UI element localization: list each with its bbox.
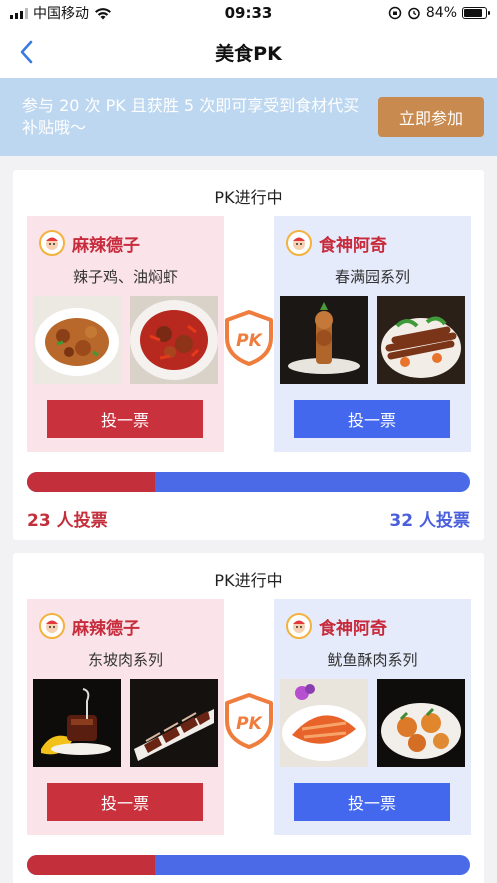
chef-name: 麻辣德子	[72, 618, 140, 639]
right-contestant: 食神阿奇 鱿鱼酥肉系列 投一票	[274, 599, 471, 835]
dish-series: 辣子鸡、油焖虾	[72, 268, 178, 286]
progress-fill	[27, 855, 156, 875]
vote-button-right[interactable]: 投一票	[294, 400, 450, 438]
dish-photo	[33, 679, 121, 767]
vote-button-left[interactable]: 投一票	[47, 783, 203, 821]
right-contestant: 食神阿奇 春满园系列 投一票	[274, 216, 471, 452]
promo-banner: 参与 20 次 PK 且获胜 5 次即可享受到食材代买补贴哦～ 立即参加	[0, 78, 497, 156]
wifi-icon	[95, 7, 111, 19]
dish-photo	[377, 679, 465, 767]
right-vote-count: 32 人投票	[389, 511, 470, 531]
orientation-lock-icon	[388, 6, 402, 20]
vote-progress-bar	[27, 472, 470, 492]
pk-card-title: PK进行中	[214, 188, 283, 207]
chevron-left-icon	[20, 40, 33, 64]
page-title: 美食PK	[215, 42, 282, 65]
vote-progress-bar	[27, 855, 470, 875]
chef-avatar-icon	[39, 230, 65, 256]
svg-text:PK: PK	[236, 331, 263, 351]
battery-percent: 84%	[425, 5, 457, 21]
chef-avatar-icon	[39, 613, 65, 639]
alarm-icon	[408, 7, 420, 20]
promo-text: 参与 20 次 PK 且获胜 5 次即可享受到食材代买补贴哦～	[22, 96, 360, 137]
chef-name: 食神阿奇	[319, 618, 387, 639]
signal-icon	[10, 7, 28, 19]
dish-photo	[130, 296, 218, 384]
progress-fill	[27, 472, 156, 492]
pk-card: PK进行中 麻辣德子 东坡肉系列 投一票 PK 食神阿奇 鱿鱼酥肉系列 投一票	[13, 553, 484, 883]
pk-badge-icon: PK	[225, 310, 273, 366]
dish-photo	[280, 296, 368, 384]
back-button[interactable]	[12, 38, 40, 66]
svg-text:PK: PK	[236, 714, 263, 734]
dish-photo	[33, 296, 121, 384]
pk-badge-icon: PK	[225, 693, 273, 749]
dish-series: 鱿鱼酥肉系列	[327, 651, 418, 669]
status-bar: 中国移动 09:33 84%	[0, 0, 497, 26]
chef-avatar-icon	[286, 613, 312, 639]
chef-name: 麻辣德子	[72, 235, 140, 256]
dish-photo	[280, 679, 368, 767]
dish-series: 东坡肉系列	[87, 651, 163, 669]
chef-avatar-icon	[286, 230, 312, 256]
chef-name: 食神阿奇	[319, 235, 387, 256]
left-contestant: 麻辣德子 东坡肉系列 投一票	[27, 599, 224, 835]
left-contestant: 麻辣德子 辣子鸡、油焖虾 投一票	[27, 216, 224, 452]
dish-photo	[130, 679, 218, 767]
battery-icon	[462, 7, 490, 19]
pk-card-title: PK进行中	[214, 571, 283, 590]
dish-photo	[377, 296, 465, 384]
carrier-label: 中国移动	[33, 6, 89, 22]
join-button[interactable]: 立即参加	[378, 97, 484, 137]
left-vote-count: 23 人投票	[27, 511, 108, 531]
clock: 09:33	[224, 4, 273, 22]
vote-button-right[interactable]: 投一票	[294, 783, 450, 821]
nav-bar: 美食PK	[0, 26, 497, 78]
pk-card: PK进行中 麻辣德子 辣子鸡、油焖虾 投一票 PK 食神阿奇 春满园系列 投一票…	[13, 170, 484, 540]
vote-button-left[interactable]: 投一票	[47, 400, 203, 438]
dish-series: 春满园系列	[334, 268, 410, 286]
